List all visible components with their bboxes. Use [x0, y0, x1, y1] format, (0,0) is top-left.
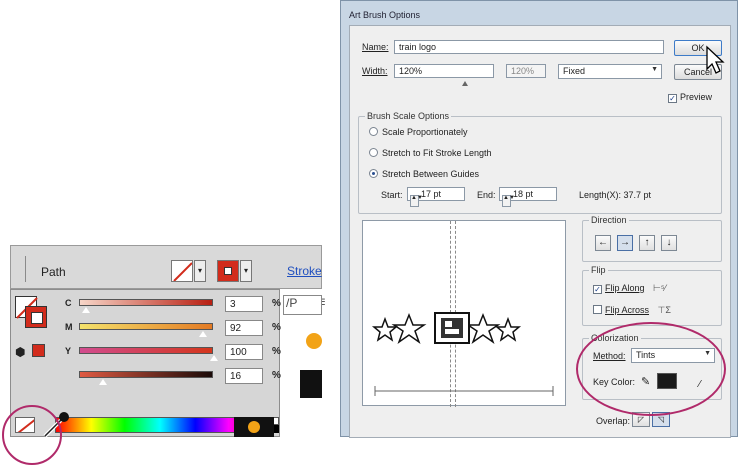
flip-across-icon: ⊤Σ [657, 305, 671, 315]
width-label: Width: [362, 66, 388, 76]
start-value: 17 pt [421, 189, 442, 199]
overlap-label: Overlap: [596, 416, 631, 426]
name-input[interactable]: train logo [394, 40, 664, 54]
flip-along-icon: ⊢⁵⁄ [653, 283, 667, 293]
radio-scale-proportionately[interactable]: Scale Proportionately [369, 127, 468, 137]
channel-value-input[interactable]: 92 [225, 320, 263, 336]
percent-label: % [272, 370, 281, 381]
channel-label: M [65, 322, 73, 332]
chevron-down-icon: ▼ [651, 66, 658, 73]
start-label: Start: [381, 190, 403, 200]
width-max-field: 120% [506, 64, 546, 78]
group-title: Brush Scale Options [365, 111, 452, 121]
path-label: Path [41, 265, 66, 279]
preview-label: Preview [680, 92, 713, 102]
option-label: Stretch to Fit Stroke Length [382, 148, 492, 158]
radio-stretch-between-guides[interactable]: Stretch Between Guides [369, 169, 479, 179]
start-input[interactable]: ▲▼17 pt [407, 187, 465, 207]
option-label: Stretch Between Guides [382, 169, 480, 179]
channel-value-input[interactable]: 16 [225, 368, 263, 384]
channel-value-input[interactable]: 3 [225, 296, 263, 312]
channel-slider[interactable] [79, 347, 213, 354]
end-value: 18 pt [513, 189, 534, 199]
channel-label: C [65, 298, 72, 308]
out-of-web-gamut-icon[interactable]: ⬢ [15, 345, 25, 359]
check-icon [593, 305, 602, 314]
radio-icon [369, 148, 378, 157]
slider-thumb[interactable] [81, 307, 91, 314]
direction-group: Direction ← → ↑ ↓ [582, 215, 722, 262]
spinner-icon[interactable]: ▲▼ [502, 195, 515, 207]
slider-thumb[interactable] [98, 379, 108, 386]
spinner-icon[interactable]: ▲▼ [410, 195, 423, 207]
radio-icon [369, 169, 378, 178]
flip-along-label: Flip Along [605, 283, 645, 293]
direction-left-button[interactable]: ← [595, 235, 611, 251]
none-swatch-icon [173, 262, 192, 281]
percent-label: % [272, 298, 281, 309]
width-slider-thumb[interactable] [462, 81, 468, 86]
group-title: Flip [589, 265, 608, 275]
brush-preview [362, 220, 566, 407]
dialog-body: Name: train logo OK Width: 120% 120% Fix… [349, 25, 731, 438]
dialog-title: Art Brush Options [349, 10, 421, 20]
check-icon: ✓ [668, 94, 677, 103]
channel-slider[interactable] [79, 299, 213, 306]
radio-icon [369, 127, 378, 136]
background-fragment: /P [283, 295, 322, 315]
percent-label: % [272, 346, 281, 357]
train-logo-art-icon [371, 312, 554, 396]
channel-slider[interactable] [79, 371, 213, 378]
flip-along-checkbox[interactable]: ✓ Flip Along ⊢⁵⁄ [593, 283, 666, 294]
percent-label: % [272, 322, 281, 333]
slider-thumb[interactable] [209, 355, 219, 362]
stroke-dropdown-button[interactable]: ▾ [240, 260, 252, 282]
direction-right-button[interactable]: → [617, 235, 633, 251]
art-brush-options-dialog: Art Brush Options Name: train logo OK Wi… [340, 0, 738, 438]
background-fragment [300, 370, 322, 398]
channel-row-c: C 3 % ▾☰ [65, 295, 326, 315]
stroke-link[interactable]: Stroke [287, 264, 322, 278]
highlight-circle [576, 322, 726, 416]
direction-down-button[interactable]: ↓ [661, 235, 677, 251]
name-label: Name: [362, 42, 389, 52]
option-label: Scale Proportionately [382, 127, 468, 137]
highlight-circle [2, 405, 62, 465]
background-fragment [306, 333, 322, 349]
control-bar: Path ▾ ▾ Stroke [10, 245, 322, 289]
width-mode-value: Fixed [563, 66, 586, 76]
divider [25, 256, 26, 282]
flip-group: Flip ✓ Flip Along ⊢⁵⁄ Flip Across ⊤Σ [582, 265, 722, 326]
fill-dropdown-button[interactable]: ▾ [194, 260, 206, 282]
channel-row-k: K 16 % [65, 367, 281, 387]
channel-row-m: M 92 % [65, 319, 281, 339]
channel-slider[interactable] [79, 323, 213, 330]
end-label: End: [477, 190, 496, 200]
radio-stretch-to-fit[interactable]: Stretch to Fit Stroke Length [369, 148, 492, 158]
channel-label: Y [65, 346, 72, 356]
end-input[interactable]: ▲▼18 pt [499, 187, 557, 207]
fill-swatch-button[interactable] [171, 260, 193, 282]
width-input[interactable]: 120% [394, 64, 494, 78]
stroke-swatch-inner [224, 267, 232, 275]
mouse-cursor-icon [706, 45, 725, 74]
group-title: Direction [589, 215, 629, 225]
brush-scale-group: Brush Scale Options Scale Proportionatel… [358, 111, 722, 214]
stroke-swatch-button[interactable] [217, 260, 239, 282]
gamut-swatch[interactable] [32, 344, 45, 357]
check-icon: ✓ [593, 285, 602, 294]
flip-across-label: Flip Across [605, 305, 650, 315]
color-panel-area: Path ▾ ▾ Stroke ⬢ C 3 % ▾☰ M 92 [0, 245, 326, 465]
slider-thumb[interactable] [198, 331, 208, 338]
width-mode-select[interactable]: Fixed ▼ [558, 64, 662, 79]
channel-value-input[interactable]: 100 [225, 344, 263, 360]
flip-across-checkbox[interactable]: Flip Across ⊤Σ [593, 305, 671, 316]
channel-row-y: Y 100 % [65, 343, 281, 363]
preview-checkbox[interactable]: ✓ Preview [668, 92, 712, 103]
background-fragment [248, 421, 260, 433]
direction-up-button[interactable]: ↑ [639, 235, 655, 251]
stroke-box[interactable] [25, 306, 47, 328]
length-readout: Length(X): 37.7 pt [579, 190, 652, 200]
